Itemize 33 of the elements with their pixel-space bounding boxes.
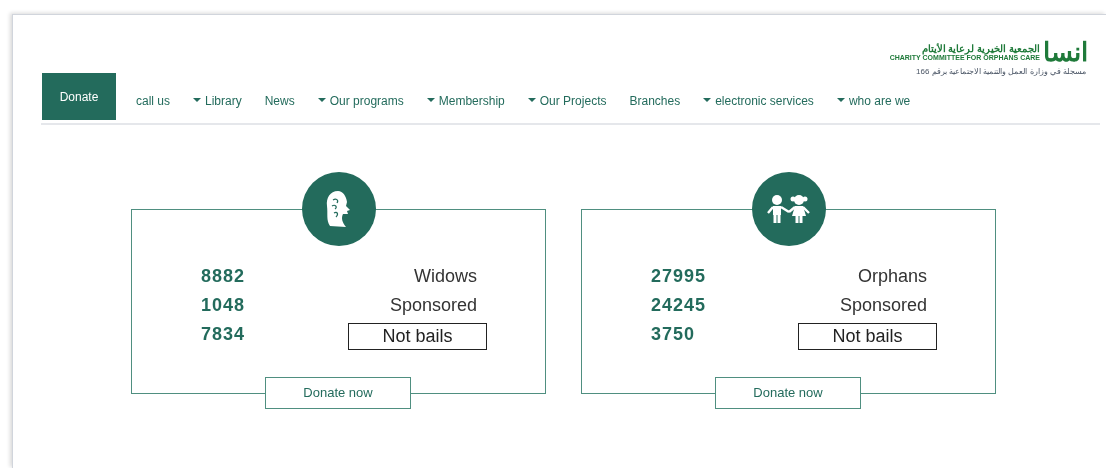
stat-label: Orphans bbox=[857, 264, 928, 288]
stat-value: 3750 bbox=[651, 322, 696, 346]
caret-icon bbox=[317, 98, 326, 103]
caret-icon bbox=[836, 98, 845, 103]
nav-link[interactable]: who are we bbox=[836, 91, 911, 110]
stat-label: Sponsored bbox=[839, 293, 928, 317]
nav-link[interactable]: electronic services bbox=[703, 91, 814, 110]
nav-link[interactable]: News bbox=[264, 91, 295, 110]
nav-link[interactable]: Membership bbox=[426, 91, 505, 110]
caret-icon bbox=[527, 98, 536, 103]
stat-label: Sponsored bbox=[389, 293, 478, 317]
stat-value: 24245 bbox=[651, 293, 707, 317]
nav-link[interactable]: call us bbox=[136, 91, 170, 110]
stat-value: 7834 bbox=[201, 322, 246, 346]
stat-label-box: Not bails bbox=[798, 322, 937, 350]
donate-button[interactable]: Donate bbox=[42, 73, 116, 120]
stat-value: 8882 bbox=[201, 264, 246, 288]
caret-icon bbox=[426, 98, 435, 103]
stat-value: 1048 bbox=[201, 293, 246, 317]
caret-icon bbox=[703, 98, 712, 103]
logo-mark: انسا bbox=[1043, 39, 1088, 65]
donate-now-button[interactable]: Donate now bbox=[715, 377, 861, 409]
stat-value: 27995 bbox=[651, 264, 707, 288]
nav-link[interactable]: Branches bbox=[629, 91, 681, 110]
registration-text: مسجلة في وزارة العمل والتنمية الاجتماعية برقم 166 bbox=[916, 67, 1086, 76]
caret-icon bbox=[193, 98, 201, 103]
nav-link[interactable]: Our programs bbox=[317, 91, 404, 110]
nav-link[interactable]: Library bbox=[193, 91, 242, 110]
nav-link[interactable]: Our Projects bbox=[527, 91, 607, 110]
donate-now-button[interactable]: Donate now bbox=[265, 377, 411, 409]
logo-arabic-name: الجمعية الخيرية لرعاية الأيتام bbox=[921, 42, 1040, 54]
stat-label-box: Not bails bbox=[348, 322, 487, 350]
stat-label: Widows bbox=[414, 264, 478, 288]
